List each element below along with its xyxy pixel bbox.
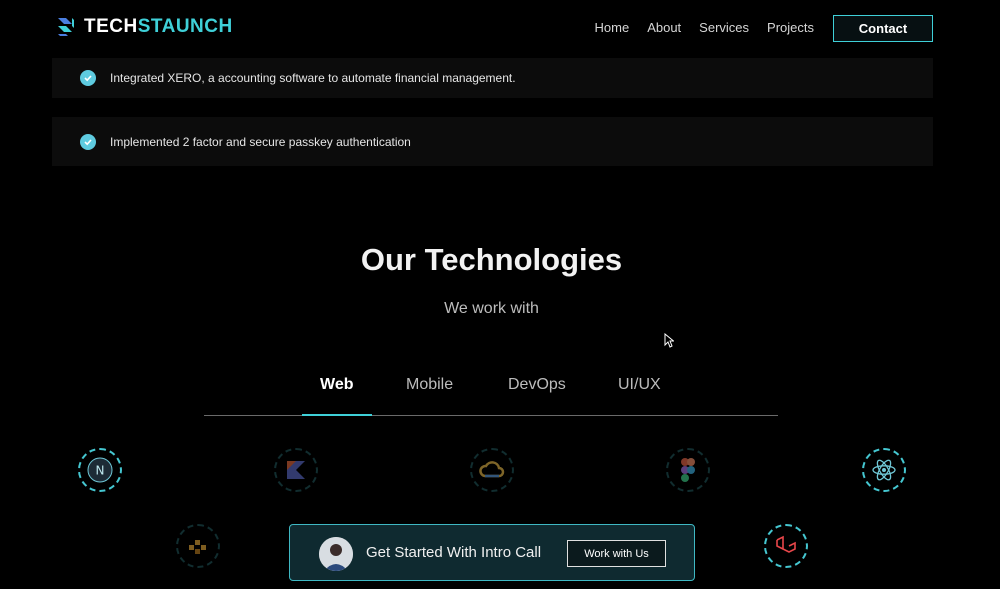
technology-tabs: Web Mobile DevOps UI/UX xyxy=(204,374,778,416)
google-cloud-icon[interactable] xyxy=(470,448,514,492)
nextjs-icon[interactable]: N xyxy=(78,448,122,492)
section-subtitle: We work with xyxy=(444,300,539,317)
laravel-icon[interactable] xyxy=(764,524,808,568)
kotlin-icon[interactable] xyxy=(274,448,318,492)
mouse-cursor-icon xyxy=(664,333,674,348)
check-circle-icon xyxy=(80,133,96,150)
nav-projects[interactable]: Projects xyxy=(767,20,814,35)
main-nav: Home About Services Projects xyxy=(595,20,815,35)
tab-uiux[interactable]: UI/UX xyxy=(618,376,661,394)
brand-name: TECHSTAUNCH xyxy=(84,16,233,37)
cta-text: Get Started With Intro Call xyxy=(366,544,542,561)
active-tab-indicator xyxy=(302,414,372,416)
tab-devops[interactable]: DevOps xyxy=(508,376,566,394)
check-circle-icon xyxy=(80,70,96,86)
feature-text: Integrated XERO, a accounting software t… xyxy=(110,71,516,85)
react-icon[interactable] xyxy=(862,448,906,492)
feature-item: Integrated XERO, a accounting software t… xyxy=(52,58,933,98)
tab-web[interactable]: Web xyxy=(320,376,353,394)
site-header: TECHSTAUNCH Home About Services Projects… xyxy=(0,0,1000,58)
feature-text: Implemented 2 factor and secure passkey … xyxy=(110,134,411,149)
techstaunch-logo-icon xyxy=(58,18,74,36)
nav-services[interactable]: Services xyxy=(699,20,749,35)
feature-item: Implemented 2 factor and secure passkey … xyxy=(52,117,933,166)
brand-logo[interactable]: TECHSTAUNCH xyxy=(52,14,233,40)
aws-icon[interactable] xyxy=(176,524,220,568)
intro-call-banner: Get Started With Intro Call Work with Us xyxy=(289,524,695,581)
nav-home[interactable]: Home xyxy=(595,20,630,35)
avatar xyxy=(319,537,353,571)
contact-button[interactable]: Contact xyxy=(833,15,933,42)
tab-mobile[interactable]: Mobile xyxy=(406,376,453,394)
svg-text:N: N xyxy=(96,464,105,478)
nav-about[interactable]: About xyxy=(647,20,681,35)
section-title: Our Technologies xyxy=(360,242,623,277)
work-with-us-button[interactable]: Work with Us xyxy=(567,540,666,567)
figma-icon[interactable] xyxy=(666,448,710,492)
